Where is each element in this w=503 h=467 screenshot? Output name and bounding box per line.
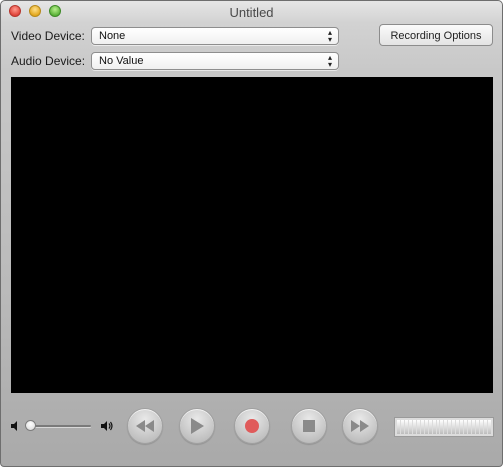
level-meter-segment (400, 420, 404, 434)
level-meter-segment (428, 420, 432, 434)
video-device-label: Video Device: (11, 29, 85, 43)
volume-slider-knob[interactable] (25, 420, 36, 431)
play-icon (191, 418, 204, 434)
popup-arrows-icon: ▴ ▾ (327, 28, 332, 44)
audio-device-value: No Value (99, 55, 144, 67)
audio-device-select[interactable]: No Value ▴ ▾ (91, 52, 339, 70)
level-meter-segment (460, 420, 464, 434)
volume-slider[interactable] (29, 425, 91, 427)
level-meter-segment (468, 420, 472, 434)
speaker-low-icon (11, 421, 17, 431)
record-icon (245, 419, 259, 433)
video-device-value: None (99, 30, 126, 42)
level-meter-segment (487, 420, 491, 434)
level-meter-segment (472, 420, 476, 434)
level-meter-segment (416, 420, 420, 434)
level-meter-segment (440, 420, 444, 434)
audio-level-meter (394, 417, 494, 437)
level-meter-segment (412, 420, 416, 434)
stop-icon (303, 420, 315, 432)
video-device-select[interactable]: None ▴ ▾ (91, 27, 339, 45)
play-button[interactable] (179, 408, 215, 444)
fast-forward-icon (351, 420, 369, 432)
audio-device-label: Audio Device: (11, 54, 86, 68)
level-meter-segment (408, 420, 412, 434)
level-meter-segment (464, 420, 468, 434)
level-meter-segment (397, 420, 400, 434)
popup-arrows-icon: ▴ ▾ (327, 53, 332, 69)
rewind-button[interactable] (127, 408, 163, 444)
level-meter-segment (436, 420, 440, 434)
level-meter-segment (452, 420, 456, 434)
level-meter-segment (448, 420, 452, 434)
video-preview (11, 77, 493, 393)
level-meter-segment (483, 420, 487, 434)
record-button[interactable] (234, 408, 270, 444)
rewind-icon (136, 420, 154, 432)
fast-forward-button[interactable] (342, 408, 378, 444)
window-title: Untitled (229, 5, 274, 20)
title-bar[interactable]: Untitled (1, 1, 502, 23)
level-meter-segment (480, 420, 483, 434)
level-meter-segment (444, 420, 448, 434)
recording-options-button[interactable]: Recording Options (379, 24, 493, 46)
stop-button[interactable] (291, 408, 327, 444)
capture-window: Untitled Video Device: None ▴ ▾ Recording… (0, 0, 503, 467)
level-meter-segment (432, 420, 436, 434)
level-meter-segment (476, 420, 480, 434)
level-meter-segment (424, 420, 428, 434)
level-meter-segment (456, 420, 460, 434)
speaker-high-icon (101, 421, 113, 431)
level-meter-segment (420, 420, 424, 434)
level-meter-segment (404, 420, 408, 434)
